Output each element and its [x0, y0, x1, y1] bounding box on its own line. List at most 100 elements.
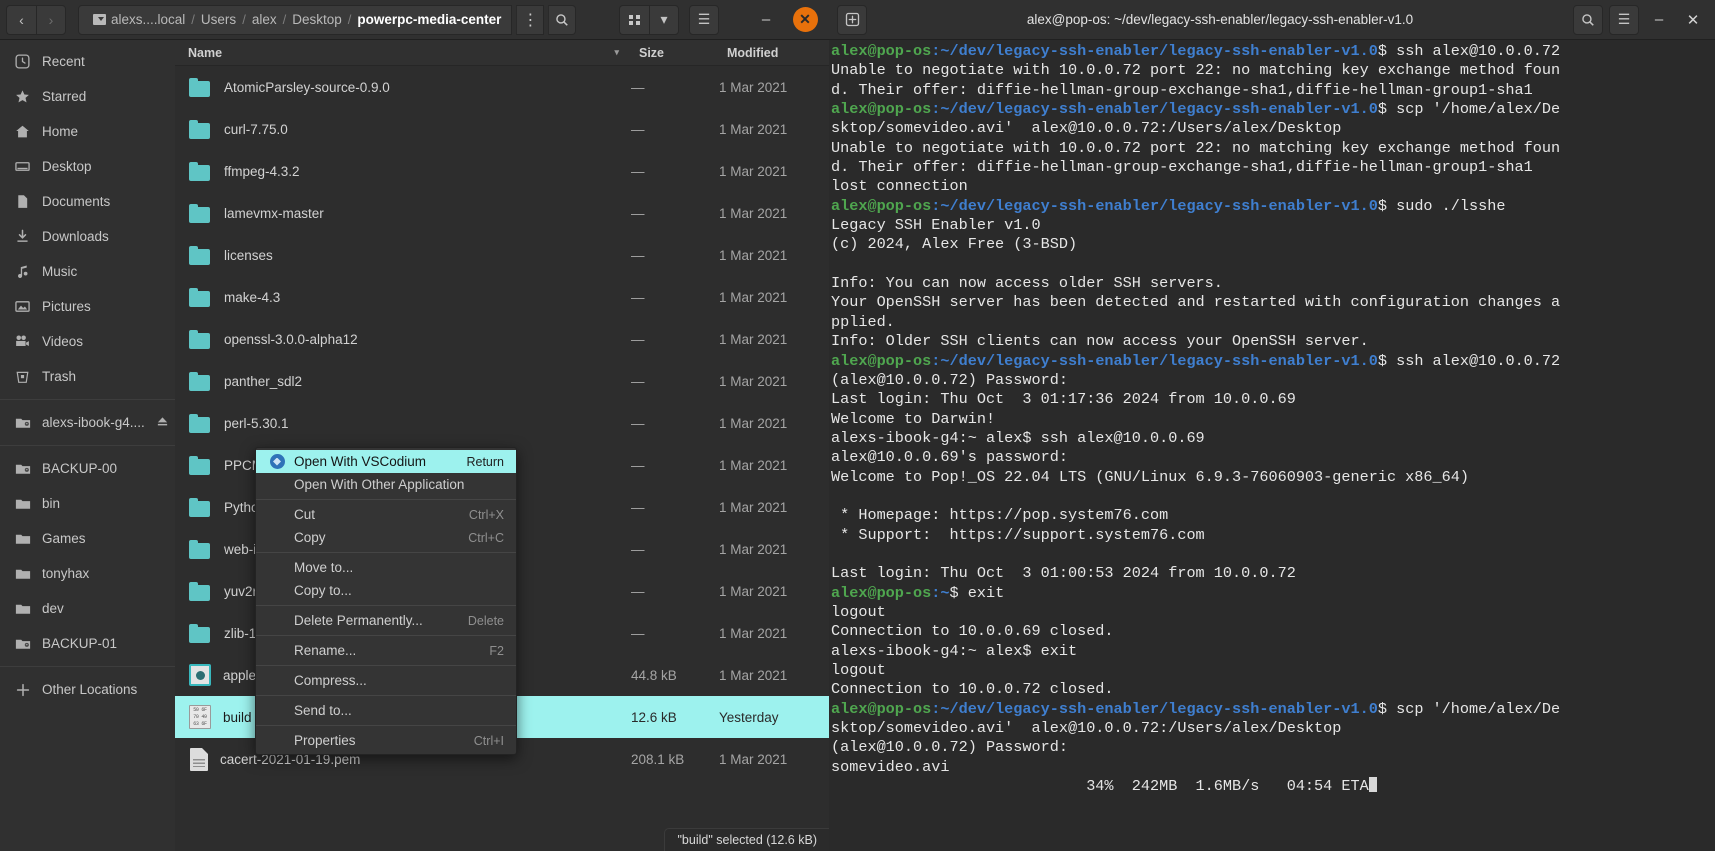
sidebar-item-backup-00[interactable]: BACKUP-00 [0, 451, 175, 486]
grid-view-button[interactable] [619, 5, 649, 35]
file-modified-cell: 1 Mar 2021 [719, 668, 829, 683]
breadcrumb-item-drive[interactable]: alexs....local [87, 12, 191, 27]
menu-item-delete-permanently[interactable]: Delete Permanently...Delete [256, 609, 516, 632]
menu-item-cut[interactable]: CutCtrl+X [256, 503, 516, 526]
vscodium-icon [268, 454, 286, 469]
sidebar-item-bin[interactable]: bin [0, 486, 175, 521]
table-row[interactable]: make-4.3—1 Mar 2021 [175, 276, 829, 318]
eject-icon[interactable] [156, 415, 169, 431]
menu-item-open-with-vscodium[interactable]: Open With VSCodiumReturn [256, 450, 516, 473]
breadcrumb-item-desktop[interactable]: Desktop [286, 12, 348, 27]
file-size-cell: — [631, 458, 719, 473]
file-modified-cell: 1 Mar 2021 [719, 500, 829, 515]
menu-item-send-to[interactable]: Send to... [256, 699, 516, 722]
terminal-minimize-button[interactable]: – [1645, 5, 1673, 35]
new-tab-button[interactable] [837, 5, 867, 35]
folder-icon [14, 530, 31, 547]
table-row[interactable]: openssl-3.0.0-alpha12—1 Mar 2021 [175, 318, 829, 360]
terminal-text: alex@10.0.0.69's password: [831, 448, 1068, 466]
file-name-label: curl-7.75.0 [224, 122, 288, 137]
terminal-output-line: Welcome to Darwin! [829, 410, 1715, 429]
file-modified-cell: 1 Mar 2021 [719, 122, 829, 137]
terminal-output-line: Unable to negotiate with 10.0.0.72 port … [829, 61, 1715, 80]
file-name-cell: perl-5.30.1 [175, 410, 631, 436]
sidebar-item-other-locations[interactable]: Other Locations [0, 672, 175, 707]
sidebar-item-starred[interactable]: Starred [0, 79, 175, 114]
table-row[interactable]: licenses—1 Mar 2021 [175, 234, 829, 276]
forward-button[interactable]: › [36, 5, 66, 35]
column-header-size[interactable]: Size [631, 46, 719, 60]
sidebar-item-desktop[interactable]: Desktop [0, 149, 175, 184]
menu-item-properties[interactable]: PropertiesCtrl+I [256, 729, 516, 752]
terminal-text: logout [831, 661, 886, 679]
back-button[interactable]: ‹ [6, 5, 36, 35]
terminal-output-line: lost connection [829, 177, 1715, 196]
sidebar-item-games[interactable]: Games [0, 521, 175, 556]
menu-item-copy-to[interactable]: Copy to... [256, 579, 516, 602]
sidebar-item-backup-01[interactable]: BACKUP-01 [0, 626, 175, 661]
breadcrumb-item-alex[interactable]: alex [246, 12, 283, 27]
menu-item-open-with-other-application[interactable]: Open With Other Application [256, 473, 516, 496]
terminal-output-line: Legacy SSH Enabler v1.0 [829, 216, 1715, 235]
path-menu-button[interactable]: ⋮ [516, 5, 544, 35]
menu-item-label: Cut [294, 507, 315, 522]
minimize-button[interactable]: – [749, 11, 783, 28]
menu-item-rename[interactable]: Rename...F2 [256, 639, 516, 662]
sidebar-item-trash[interactable]: Trash [0, 359, 175, 394]
terminal-text [831, 545, 840, 563]
file-size-cell: 208.1 kB [631, 752, 719, 767]
terminal-titlebar: alex@pop-os: ~/dev/legacy-ssh-enabler/le… [829, 0, 1715, 40]
sidebar-item-dev[interactable]: dev [0, 591, 175, 626]
search-button[interactable] [548, 5, 576, 35]
menu-item-copy[interactable]: Copy Ctrl+C [256, 526, 516, 549]
sidebar-item-pictures[interactable]: Pictures [0, 289, 175, 324]
terminal-search-button[interactable] [1573, 5, 1603, 35]
terminal-output-line: d. Their offer: diffie-hellman-group-exc… [829, 81, 1715, 100]
menu-item-label: Copy [294, 530, 326, 545]
view-options-dropdown[interactable]: ▾ [649, 5, 679, 35]
sidebar-item-downloads[interactable]: Downloads [0, 219, 175, 254]
terminal-text: d. Their offer: diffie-hellman-group-exc… [831, 158, 1533, 176]
terminal-output-line: (alex@10.0.0.72) Password: [829, 738, 1715, 757]
terminal-text: Connection to 10.0.0.69 closed. [831, 622, 1114, 640]
terminal-screen[interactable]: alex@pop-os:~/dev/legacy-ssh-enabler/leg… [829, 40, 1715, 796]
close-button[interactable]: ✕ [793, 7, 818, 32]
table-row[interactable]: AtomicParsley-source-0.9.0—1 Mar 2021 [175, 66, 829, 108]
menu-item-move-to[interactable]: Move to... [256, 556, 516, 579]
sidebar-item-recent[interactable]: Recent [0, 44, 175, 79]
table-row[interactable]: perl-5.30.1—1 Mar 2021 [175, 402, 829, 444]
folder-icon [14, 600, 31, 617]
sidebar-item-videos[interactable]: Videos [0, 324, 175, 359]
sidebar-item-documents[interactable]: Documents [0, 184, 175, 219]
context-menu[interactable]: Open With VSCodiumReturnOpen With Other … [255, 447, 517, 755]
menu-item-shortcut: Ctrl+C [450, 531, 504, 545]
breadcrumb-item-users[interactable]: Users [195, 12, 242, 27]
breadcrumb-item-current[interactable]: powerpc-media-center [351, 12, 507, 27]
terminal-output-line [829, 255, 1715, 274]
file-manager-window: ‹ › alexs....local / Users / alex / Desk… [0, 0, 829, 851]
menu-item-label: Copy to... [294, 583, 352, 598]
sidebar-item-music[interactable]: Music [0, 254, 175, 289]
main-menu-button[interactable]: ☰ [689, 5, 719, 35]
file-manager-headerbar: ‹ › alexs....local / Users / alex / Desk… [0, 0, 829, 40]
terminal-output-line: somevideo.avi [829, 758, 1715, 777]
file-modified-cell: 1 Mar 2021 [719, 626, 829, 641]
terminal-menu-button[interactable]: ☰ [1609, 5, 1639, 35]
table-row[interactable]: curl-7.75.0—1 Mar 2021 [175, 108, 829, 150]
file-size-cell: — [631, 248, 719, 263]
terminal-close-button[interactable]: ✕ [1679, 5, 1707, 35]
sidebar-item-home[interactable]: Home [0, 114, 175, 149]
table-row[interactable]: ffmpeg-4.3.2—1 Mar 2021 [175, 150, 829, 192]
sidebar-item-alexs-ibook-g4[interactable]: alexs-ibook-g4.... [0, 405, 175, 440]
table-row[interactable]: lamevmx-master—1 Mar 2021 [175, 192, 829, 234]
folder-icon [188, 536, 212, 562]
prompt-path: :~/dev/legacy-ssh-enabler/legacy-ssh-ena… [931, 100, 1378, 118]
file-modified-cell: 1 Mar 2021 [719, 248, 829, 263]
column-header-name[interactable]: Name ▾ [175, 46, 631, 60]
column-header-modified[interactable]: Modified [719, 46, 829, 60]
menu-item-compress[interactable]: Compress... [256, 669, 516, 692]
table-row[interactable]: panther_sdl2—1 Mar 2021 [175, 360, 829, 402]
file-modified-cell: Yesterday [719, 710, 829, 725]
sidebar-item-tonyhax[interactable]: tonyhax [0, 556, 175, 591]
file-size-cell: — [631, 626, 719, 641]
